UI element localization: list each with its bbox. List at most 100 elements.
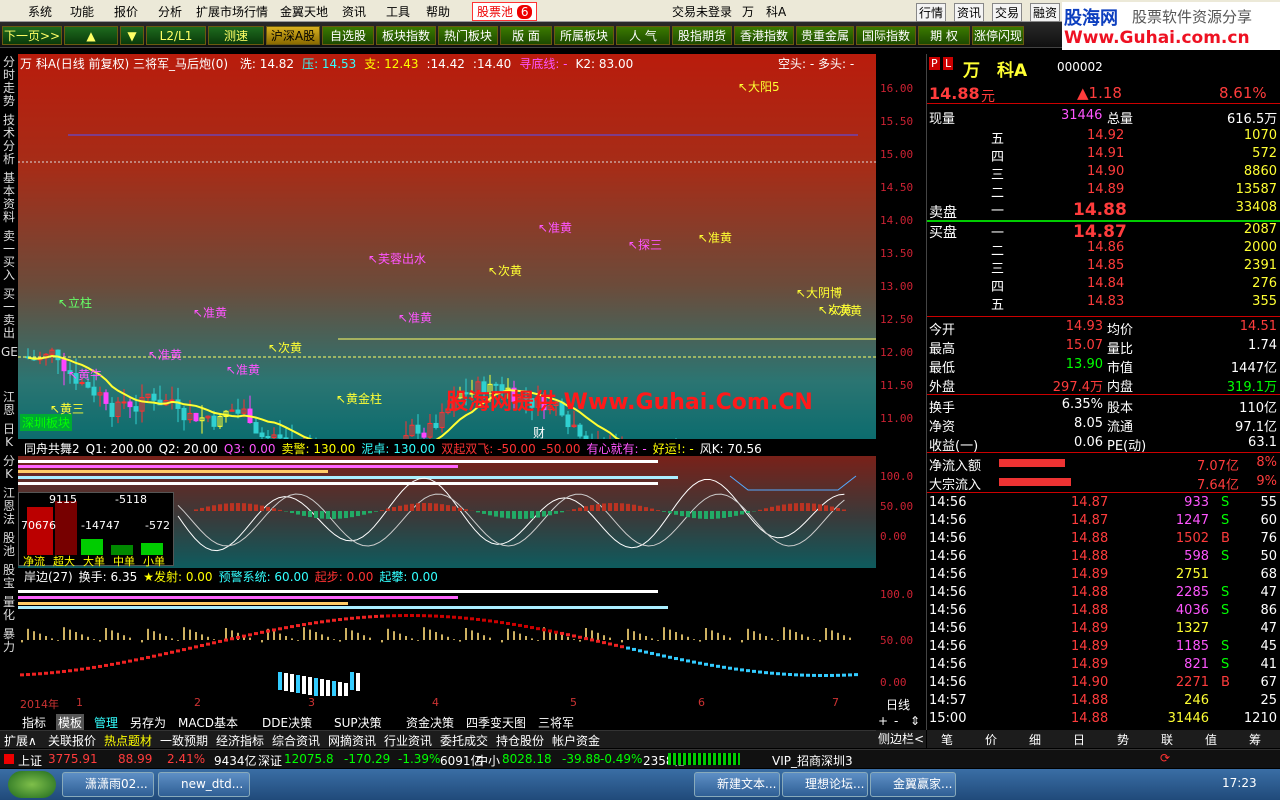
indicator-tab[interactable]: 三将军 — [536, 714, 576, 731]
tick-row[interactable]: 14:56 14.90 2271 B 67 — [927, 675, 1280, 693]
menu-right-button[interactable]: 融资 — [1030, 3, 1061, 22]
indicator-tab[interactable]: 模板 — [56, 714, 85, 731]
info-tab[interactable]: 委托成交 — [440, 732, 488, 749]
indicator-tab[interactable]: 另存为 — [128, 714, 168, 731]
left-nav-item[interactable]: 卖一买入 — [1, 230, 17, 282]
toolbar-button[interactable]: ▼ — [120, 26, 144, 45]
indicator-panel-2[interactable]: 岸边(27) 换手: 6.35 ★发射: 0.00 预警系统: 60.00 起步: 0.… — [18, 568, 876, 711]
menu-right-button[interactable]: 交易 — [992, 3, 1023, 22]
toolbar-button[interactable]: 国际指数 — [856, 26, 916, 45]
indicator-tab[interactable]: MACD基本 — [176, 714, 240, 731]
indicator-tab[interactable]: 管理 — [92, 714, 120, 731]
toolbar-button[interactable]: 测速 — [208, 26, 264, 45]
quote-tab[interactable]: 势 — [1117, 731, 1129, 748]
menu-item[interactable]: 工具 — [386, 3, 410, 20]
toolbar-button[interactable]: 板块指数 — [376, 26, 436, 45]
toolbar-button[interactable]: 涨停闪现 — [972, 26, 1024, 45]
order-book-row[interactable]: 四 14.84 276 — [927, 276, 1280, 295]
tick-list[interactable]: 14:56 14.87 933 S 55 14:56 14.87 1247 S 60 14:56 14… — [927, 492, 1280, 726]
info-tab[interactable]: 关联报价 — [48, 732, 96, 749]
order-book-row[interactable]: 三 14.90 8860 — [927, 164, 1280, 183]
indicator-tab[interactable]: 资金决策 — [404, 714, 456, 731]
indicator-tab[interactable]: 指标 — [20, 714, 48, 731]
menu-item[interactable]: 报价 — [114, 3, 138, 20]
taskbar-window[interactable]: 潇潇雨02... — [62, 772, 154, 797]
quote-tab[interactable]: 筹 — [1249, 731, 1261, 748]
left-nav-item[interactable]: 江恩 — [1, 391, 17, 417]
taskbar-window[interactable]: 理想论坛... — [782, 772, 868, 797]
quote-tab[interactable]: 笔 — [941, 731, 953, 748]
order-book-row[interactable]: 二 14.86 2000 — [927, 240, 1280, 259]
tick-row[interactable]: 14:56 14.88 598 S 50 — [927, 549, 1280, 567]
taskbar-window[interactable]: 金翼赢家... — [870, 772, 956, 797]
info-tab[interactable]: 扩展∧ — [4, 732, 37, 749]
menu-item[interactable]: 分析 — [158, 3, 182, 20]
quote-tab[interactable]: 日 — [1073, 731, 1085, 748]
tick-row[interactable]: 14:56 14.89 1185 S 45 — [927, 639, 1280, 657]
left-nav-item[interactable]: 基本资料 — [1, 172, 17, 224]
tick-row[interactable]: 14:56 14.89 1327 47 — [927, 621, 1280, 639]
left-nav-item[interactable]: 股池 — [1, 532, 17, 558]
info-tab[interactable]: 行业资讯 — [384, 732, 432, 749]
quote-tab[interactable]: 价 — [985, 731, 997, 748]
toolbar-button[interactable]: ▲ — [64, 26, 118, 45]
refresh-icon[interactable]: ⟳ — [1160, 751, 1170, 765]
quote-tab[interactable]: 值 — [1205, 731, 1217, 748]
tick-row[interactable]: 15:00 14.88 31446 1210 — [927, 711, 1280, 729]
tick-row[interactable]: 14:57 14.88 246 25 — [927, 693, 1280, 711]
left-nav-item[interactable]: 暴力 — [1, 628, 17, 654]
info-tab[interactable]: 持仓股份 — [496, 732, 544, 749]
menu-right-button[interactable]: 行情 — [916, 3, 947, 22]
quote-tab[interactable]: 联 — [1161, 731, 1173, 748]
order-book-row[interactable]: 四 14.91 572 — [927, 146, 1280, 165]
menu-item[interactable]: 功能 — [70, 3, 94, 20]
toolbar-button[interactable]: 沪深A股 — [266, 26, 320, 45]
left-nav-item[interactable]: 江恩法 — [1, 487, 17, 526]
zoom-button[interactable]: + — [878, 714, 888, 728]
toolbar-button[interactable]: 香港指数 — [734, 26, 794, 45]
zoom-button[interactable]: ⇕ — [910, 714, 920, 728]
toolbar-button[interactable]: 版 面 — [500, 26, 552, 45]
tick-row[interactable]: 14:56 14.87 1247 S 60 — [927, 513, 1280, 531]
order-book-row[interactable]: 三 14.85 2391 — [927, 258, 1280, 277]
info-tab[interactable]: 综合资讯 — [272, 732, 320, 749]
tick-row[interactable]: 14:56 14.88 1502 B 76 — [927, 531, 1280, 549]
left-nav-item[interactable]: 技术分析 — [1, 114, 17, 166]
toolbar-button[interactable]: 期 权 — [918, 26, 970, 45]
toolbar-button[interactable]: 贵重金属 — [796, 26, 854, 45]
info-tab[interactable]: 热点题材 — [104, 732, 152, 749]
menu-item[interactable]: 帮助 — [426, 3, 450, 20]
order-book-row[interactable]: 一 14.88 33408 — [927, 200, 1280, 220]
toolbar-button[interactable]: 所属板块 — [554, 26, 614, 45]
menu-item[interactable]: 扩展市场行情 — [196, 3, 268, 20]
left-nav-item[interactable]: 日K — [1, 423, 17, 449]
toolbar-button[interactable]: 热门板块 — [438, 26, 498, 45]
indicator-tab[interactable]: DDE决策 — [260, 714, 314, 731]
taskbar-window[interactable]: new_dtd... — [158, 772, 250, 797]
stock-pool-button[interactable]: 股票池 6 — [472, 2, 538, 21]
toolbar-button[interactable]: 股指期货 — [672, 26, 732, 45]
zoom-button[interactable]: - — [894, 714, 898, 728]
left-nav-item[interactable]: 股宝 — [1, 564, 17, 590]
info-tab[interactable]: 经济指标 — [216, 732, 264, 749]
tick-row[interactable]: 14:56 14.88 2285 S 47 — [927, 585, 1280, 603]
tick-row[interactable]: 14:56 14.89 821 S 41 — [927, 657, 1280, 675]
tick-row[interactable]: 14:56 14.89 2751 68 — [927, 567, 1280, 585]
left-nav-item[interactable]: 买一卖出 — [1, 288, 17, 340]
order-book-row[interactable]: 一 14.87 2087 — [927, 222, 1280, 242]
info-tab[interactable]: 一致预期 — [160, 732, 208, 749]
order-book-row[interactable]: 五 14.83 355 — [927, 294, 1280, 313]
quote-tab[interactable]: 细 — [1029, 731, 1041, 748]
left-nav-item[interactable]: 分时走势 — [1, 56, 17, 108]
menu-right-button[interactable]: 资讯 — [954, 3, 985, 22]
taskbar-window[interactable]: 新建文本... — [694, 772, 780, 797]
order-book-row[interactable]: 五 14.92 1070 — [927, 128, 1280, 147]
toolbar-button[interactable]: 人 气 — [616, 26, 670, 45]
menu-item[interactable]: 资讯 — [342, 3, 366, 20]
info-tab[interactable]: 帐户资金 — [552, 732, 600, 749]
order-book-row[interactable]: 二 14.89 13587 — [927, 182, 1280, 201]
period-label[interactable]: 日线 — [886, 696, 910, 713]
left-nav-item[interactable]: GET — [1, 346, 25, 359]
indicator-tab[interactable]: 四季变天图 — [464, 714, 528, 731]
tick-row[interactable]: 14:56 14.87 933 S 55 — [927, 495, 1280, 513]
